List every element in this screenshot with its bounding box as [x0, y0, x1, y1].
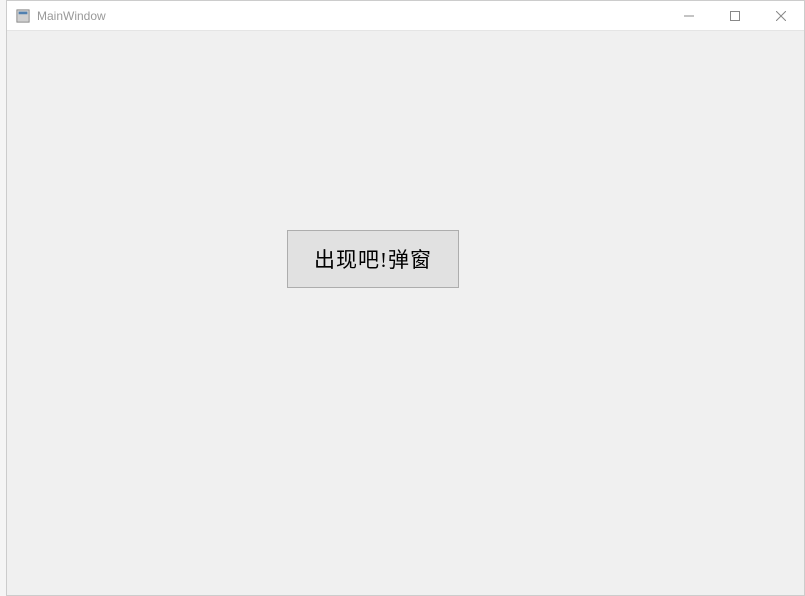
app-icon	[15, 8, 31, 24]
popup-button[interactable]: 出现吧!弹窗	[287, 230, 459, 288]
close-button[interactable]	[758, 1, 804, 30]
main-window: MainWindow 出现吧!弹窗	[6, 0, 805, 596]
titlebar: MainWindow	[7, 1, 804, 31]
maximize-button[interactable]	[712, 1, 758, 30]
window-title: MainWindow	[37, 9, 666, 23]
client-area: 出现吧!弹窗	[7, 31, 804, 595]
minimize-button[interactable]	[666, 1, 712, 30]
window-controls	[666, 1, 804, 30]
